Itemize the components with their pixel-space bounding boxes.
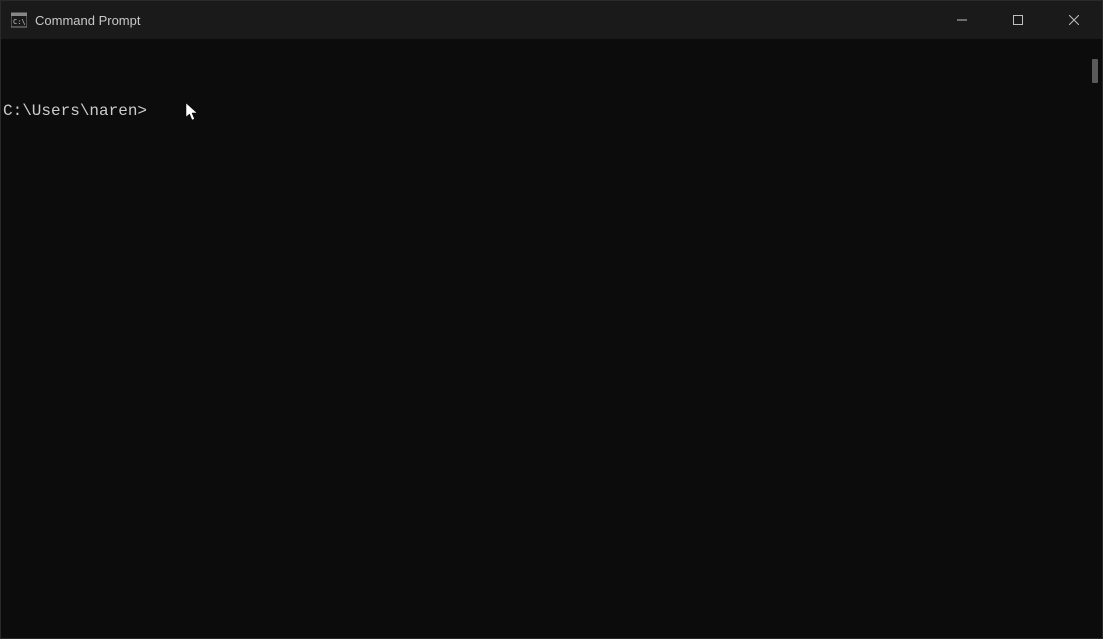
prompt-text: C:\Users\naren> bbox=[3, 102, 147, 120]
terminal-area[interactable]: C:\Users\naren> bbox=[1, 39, 1102, 638]
svg-text:C:\: C:\ bbox=[13, 18, 26, 26]
command-prompt-window: C:\ Command Prompt bbox=[0, 0, 1103, 639]
minimize-button[interactable] bbox=[934, 1, 990, 39]
close-button[interactable] bbox=[1046, 1, 1102, 39]
terminal-content[interactable]: C:\Users\naren> bbox=[1, 39, 1086, 638]
maximize-button[interactable] bbox=[990, 1, 1046, 39]
scrollbar-thumb[interactable] bbox=[1092, 59, 1098, 83]
titlebar-left: C:\ Command Prompt bbox=[1, 12, 140, 28]
window-controls bbox=[934, 1, 1102, 39]
vertical-scrollbar[interactable] bbox=[1086, 39, 1102, 638]
titlebar[interactable]: C:\ Command Prompt bbox=[1, 1, 1102, 39]
cmd-icon: C:\ bbox=[11, 12, 27, 28]
prompt-line: C:\Users\naren> bbox=[1, 101, 1086, 122]
window-title: Command Prompt bbox=[35, 13, 140, 28]
